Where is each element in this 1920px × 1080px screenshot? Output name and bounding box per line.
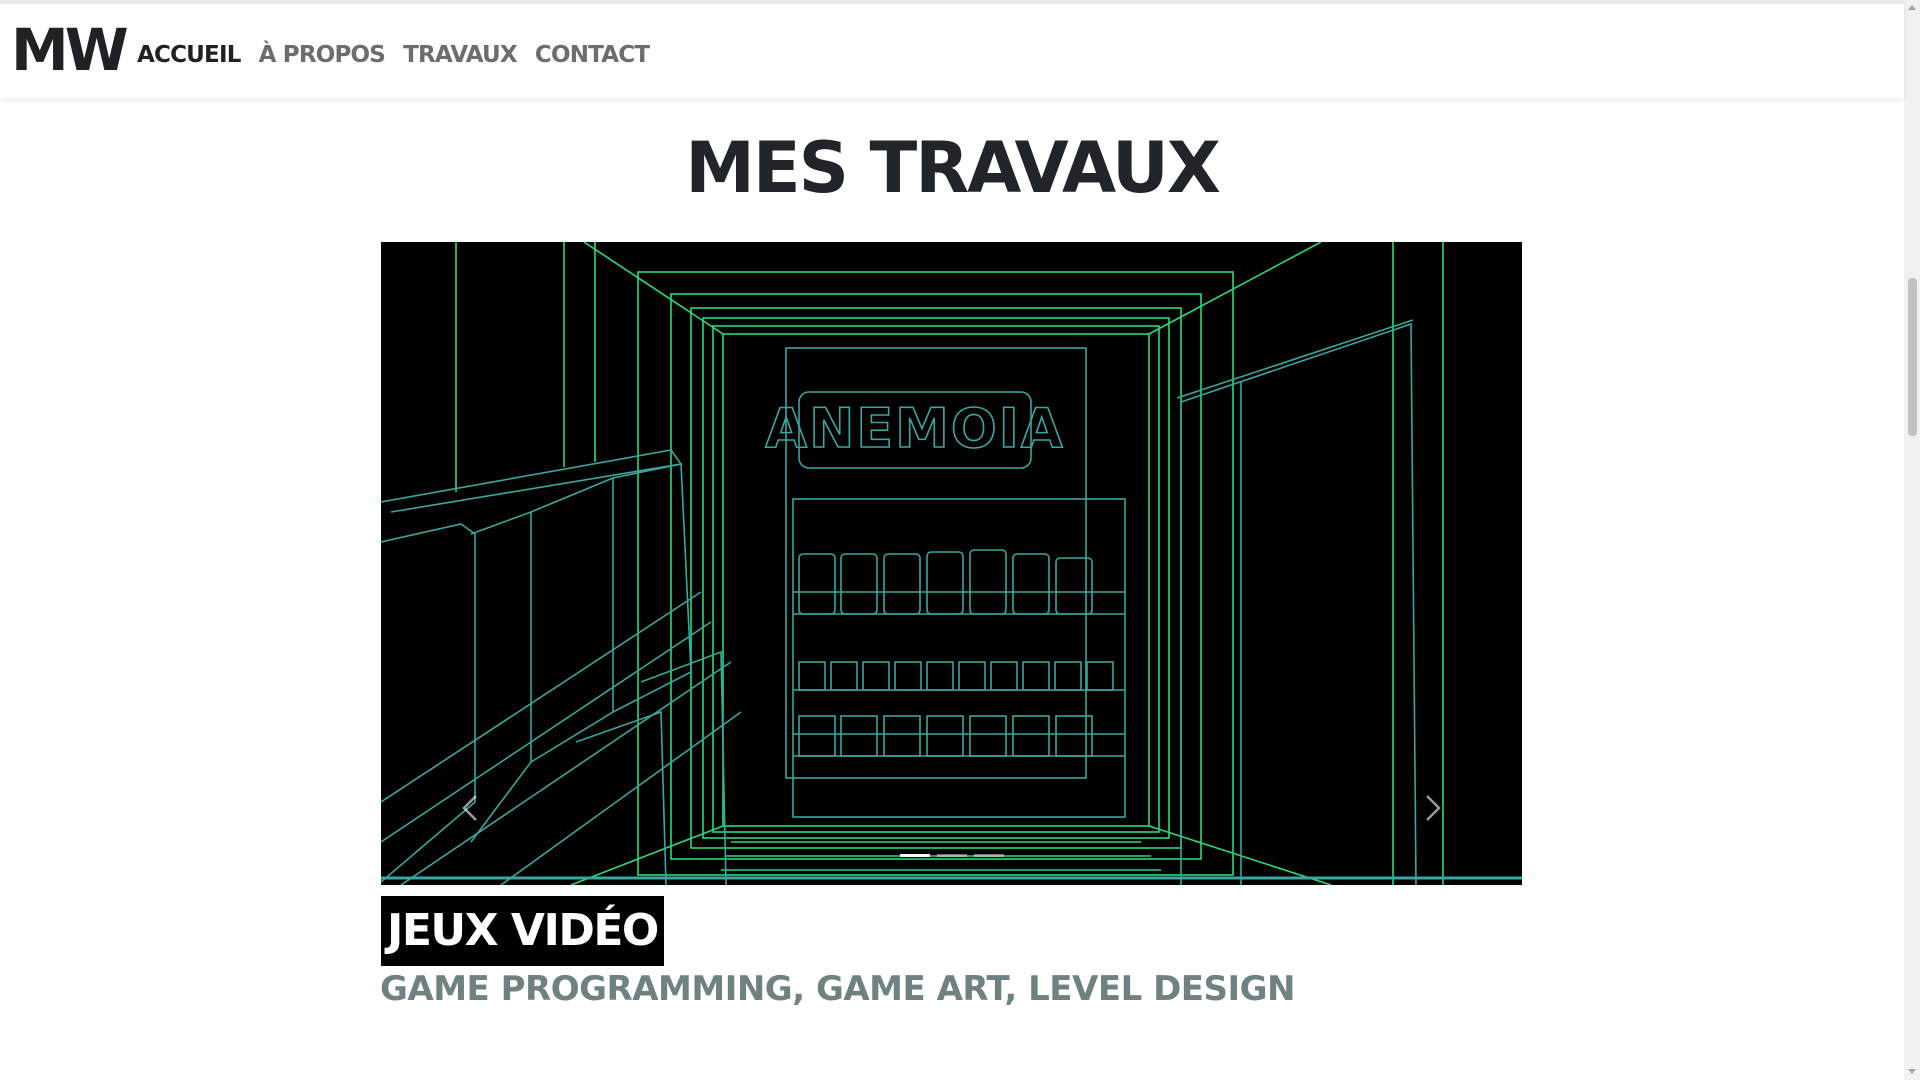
carousel-indicator-2[interactable]	[937, 854, 967, 857]
nav-item-a-propos[interactable]: À PROPOS	[259, 40, 386, 70]
nav-links: ACCUEIL À PROPOS TRAVAUX CONTACT	[137, 40, 650, 70]
chevron-left-icon[interactable]	[450, 788, 490, 828]
brand-logo[interactable]: MW	[11, 20, 129, 80]
page-scrollbar[interactable]	[1904, 0, 1920, 1080]
scrollbar-thumb[interactable]	[1908, 278, 1917, 436]
scroll-up-icon[interactable]	[1907, 3, 1917, 13]
slide-caption-subtitle: GAME PROGRAMMING, GAME ART, LEVEL DESIGN	[380, 969, 1296, 1009]
carousel-indicators	[900, 854, 1004, 857]
chevron-right-icon[interactable]	[1413, 788, 1453, 828]
carousel-indicator-1[interactable]	[900, 854, 930, 857]
scroll-down-icon[interactable]	[1907, 1066, 1917, 1076]
slide-caption-title: JEUX VIDÉO	[381, 896, 664, 966]
nav-item-contact[interactable]: CONTACT	[535, 40, 650, 70]
carousel-indicator-3[interactable]	[974, 854, 1004, 857]
slide-sign-text: ANEMOIA	[765, 397, 1064, 460]
page-title: MES TRAVAUX	[685, 127, 1221, 209]
top-navbar: MW ACCUEIL À PROPOS TRAVAUX CONTACT	[0, 0, 1904, 98]
nav-item-travaux[interactable]: TRAVAUX	[403, 40, 518, 70]
slide-image: ANEMOIA	[381, 242, 1522, 885]
works-carousel[interactable]: ANEMOIA	[381, 242, 1522, 885]
nav-item-accueil[interactable]: ACCUEIL	[137, 40, 241, 70]
